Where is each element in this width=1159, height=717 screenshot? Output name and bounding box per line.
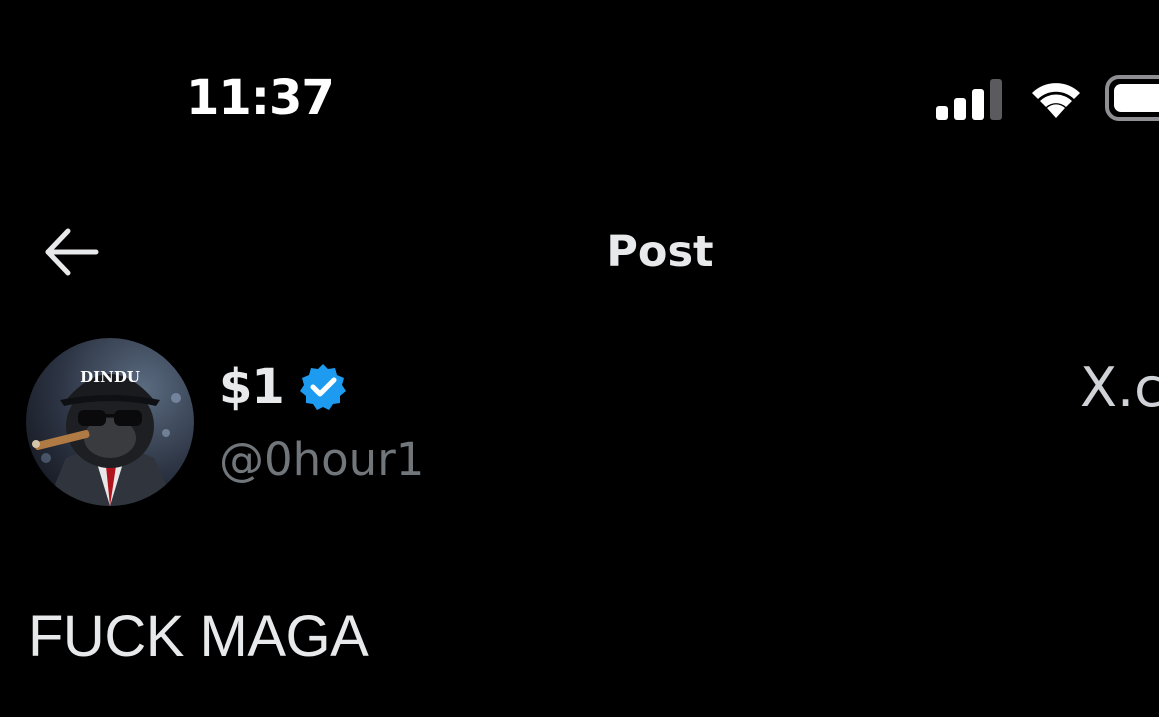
status-time: 11:37: [186, 70, 335, 126]
display-name-row: $1: [219, 355, 348, 419]
cellular-signal-icon: [936, 79, 1002, 120]
display-name[interactable]: $1: [219, 359, 285, 415]
gorilla-avatar-image: DINDU: [26, 338, 194, 506]
post-screen: 11:37 Post DINDU $1 @0hour1 X.c FUCK MAG…: [0, 0, 1159, 717]
avatar-cap-text: DINDU: [80, 368, 140, 386]
author-handle[interactable]: @0hour1: [219, 430, 424, 490]
verified-badge-icon: [299, 364, 346, 410]
trailing-partial-text: X.c: [1080, 356, 1159, 419]
wifi-icon: [1032, 83, 1080, 118]
back-button[interactable]: [38, 222, 104, 282]
arrow-left-icon: [45, 228, 99, 276]
battery-icon: [1105, 75, 1159, 121]
avatar[interactable]: DINDU: [26, 338, 194, 506]
page-title: Post: [606, 227, 714, 277]
status-icons: [936, 72, 1159, 122]
post-text: FUCK MAGA: [28, 604, 369, 669]
